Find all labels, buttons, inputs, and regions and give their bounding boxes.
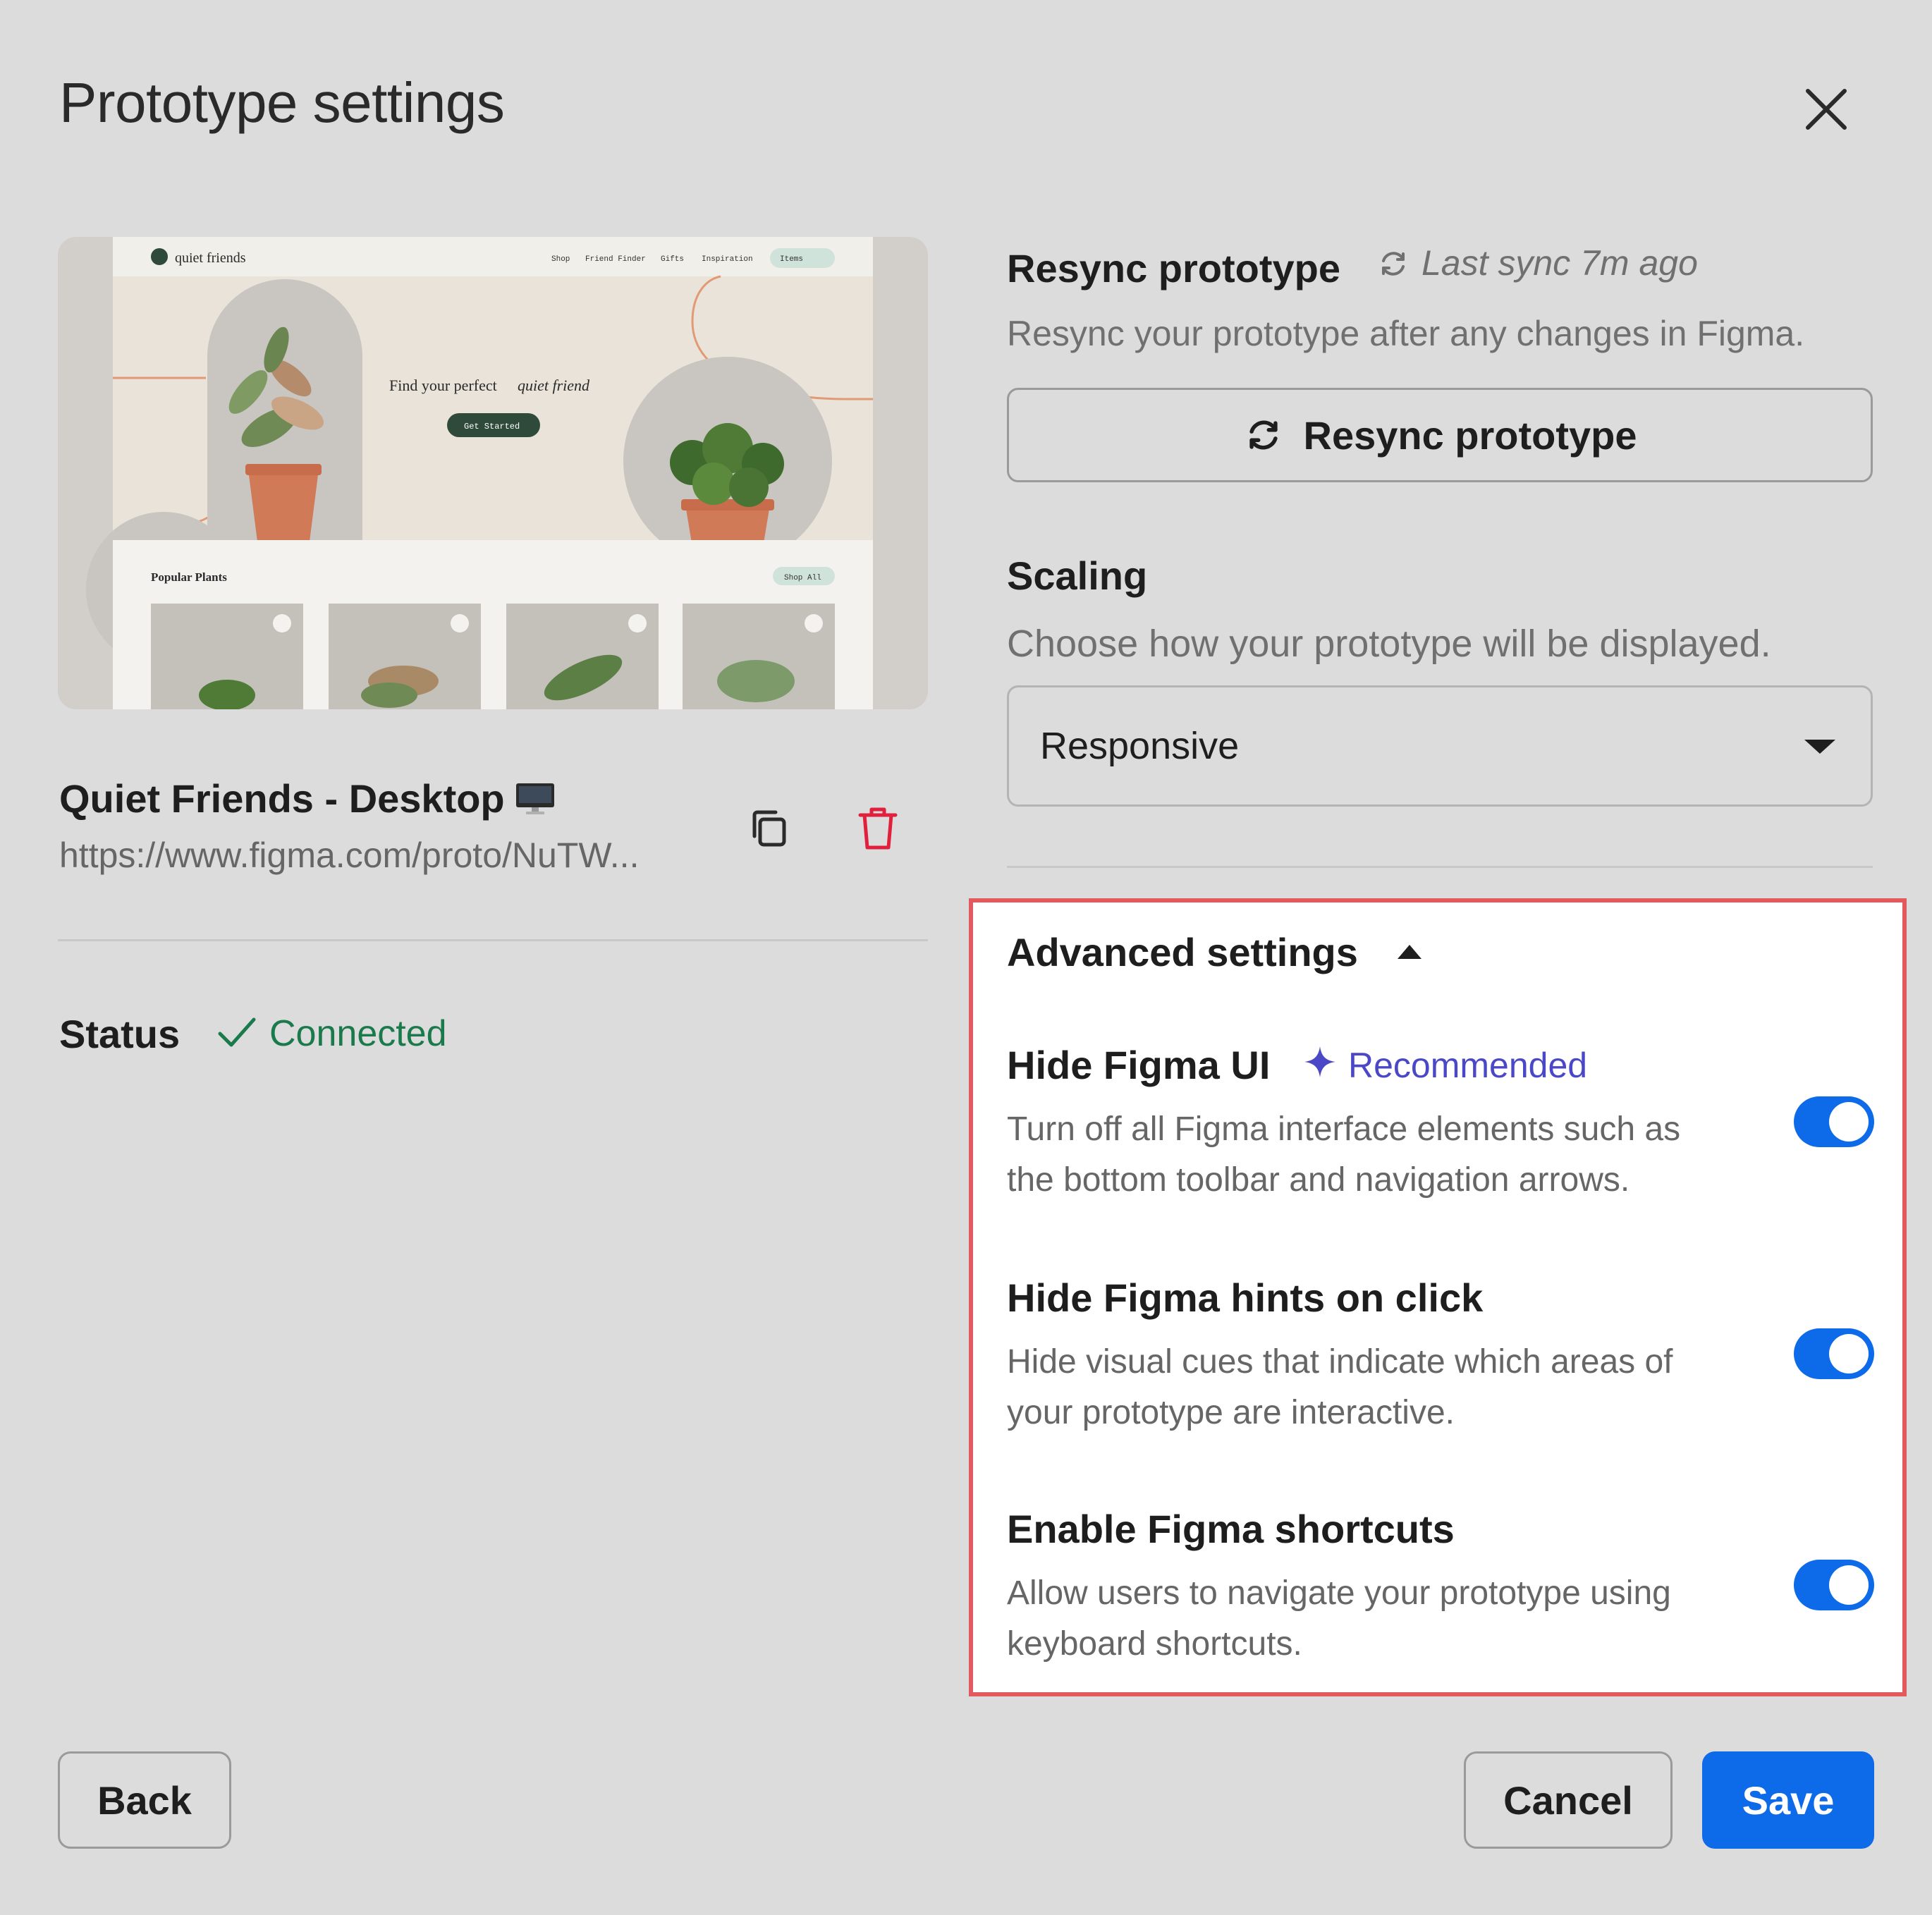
scaling-select[interactable]: Responsive [1007,685,1873,807]
close-icon [1806,89,1847,130]
resync-prototype-button[interactable]: Resync prototype [1007,388,1873,482]
prototype-preview: quiet friends Shop Friend Finder Gifts I… [58,237,928,709]
scaling-title: Scaling [1007,553,1148,598]
cancel-button[interactable]: Cancel [1464,1751,1673,1849]
hero-text-italic: quiet friend [518,377,590,394]
recommended-badge: Recommended [1348,1046,1588,1085]
copy-link-button[interactable] [745,804,794,853]
status-label: Status [59,1012,181,1056]
plant-pot [248,470,319,547]
trash-icon [858,807,898,850]
description-line: Allow users to navigate your prototype u… [1007,1574,1671,1612]
sync-icon [1249,420,1278,450]
resync-description: Resync your prototype after any changes … [1007,314,1805,353]
hide-figma-ui-toggle[interactable] [1794,1096,1874,1147]
close-button[interactable] [1798,81,1854,137]
site-nav-item: Items [780,255,803,264]
enable-shortcuts-toggle[interactable] [1794,1560,1874,1610]
site-logo: quiet friends [175,250,246,266]
hide-figma-ui-title: Hide Figma UI [1007,1043,1271,1087]
last-sync-text: Last sync 7m ago [1422,243,1698,283]
toggle-knob [1829,1102,1869,1142]
caret-down-icon [1804,740,1835,754]
prototype-url[interactable]: https://www.figma.com/proto/NuTW... [59,835,639,876]
site-logo-icon [151,248,168,265]
description-line: the bottom toolbar and navigation arrows… [1007,1161,1630,1199]
description-line: your prototype are interactive. [1007,1394,1455,1431]
delete-button[interactable] [853,804,903,853]
status-value: Connected [269,1013,447,1054]
prototype-name: Quiet Friends - Desktop [59,776,556,825]
hero-cta: Get Started [464,422,520,432]
description-line: Turn off all Figma interface elements su… [1007,1111,1681,1148]
hide-figma-ui-description: Turn off all Figma interface elements su… [1007,1104,1740,1206]
description-line: keyboard shortcuts. [1007,1625,1302,1663]
toggle-knob [1829,1565,1869,1605]
dialog-title: Prototype settings [59,71,505,134]
back-button[interactable]: Back [58,1751,231,1849]
scaling-selected-value: Responsive [1040,725,1240,767]
site-nav-item: Inspiration [702,255,753,264]
save-button[interactable]: Save [1702,1751,1874,1849]
prototype-name-text: Quiet Friends - Desktop [59,776,505,821]
site-nav-item: Shop [551,255,570,264]
enable-shortcuts-description: Allow users to navigate your prototype u… [1007,1568,1740,1670]
copy-icon [752,810,786,847]
hero-text: Find your perfect [389,377,497,394]
site-nav-item: Friend Finder [585,255,646,264]
section-title: Popular Plants [151,570,227,584]
enable-shortcuts-title: Enable Figma shortcuts [1007,1507,1455,1551]
sparkle-icon [1302,1044,1338,1080]
monitor-icon [515,779,556,825]
description-line: Hide visual cues that indicate which are… [1007,1343,1673,1381]
caret-up-icon[interactable] [1398,945,1422,959]
resync-title: Resync prototype [1007,246,1340,290]
divider [58,939,928,941]
sync-icon [1376,247,1410,281]
check-icon [216,1011,258,1053]
hide-hints-description: Hide visual cues that indicate which are… [1007,1337,1740,1438]
site-nav-item: Gifts [661,255,684,264]
divider [1007,866,1873,868]
resync-button-label: Resync prototype [1303,412,1637,458]
shop-all-link: Shop All [784,574,821,582]
advanced-settings-toggle[interactable]: Advanced settings [1007,929,1358,975]
hide-hints-toggle[interactable] [1794,1328,1874,1379]
scaling-description: Choose how your prototype will be displa… [1007,623,1771,665]
toggle-knob [1829,1334,1869,1373]
hide-hints-title: Hide Figma hints on click [1007,1275,1484,1320]
